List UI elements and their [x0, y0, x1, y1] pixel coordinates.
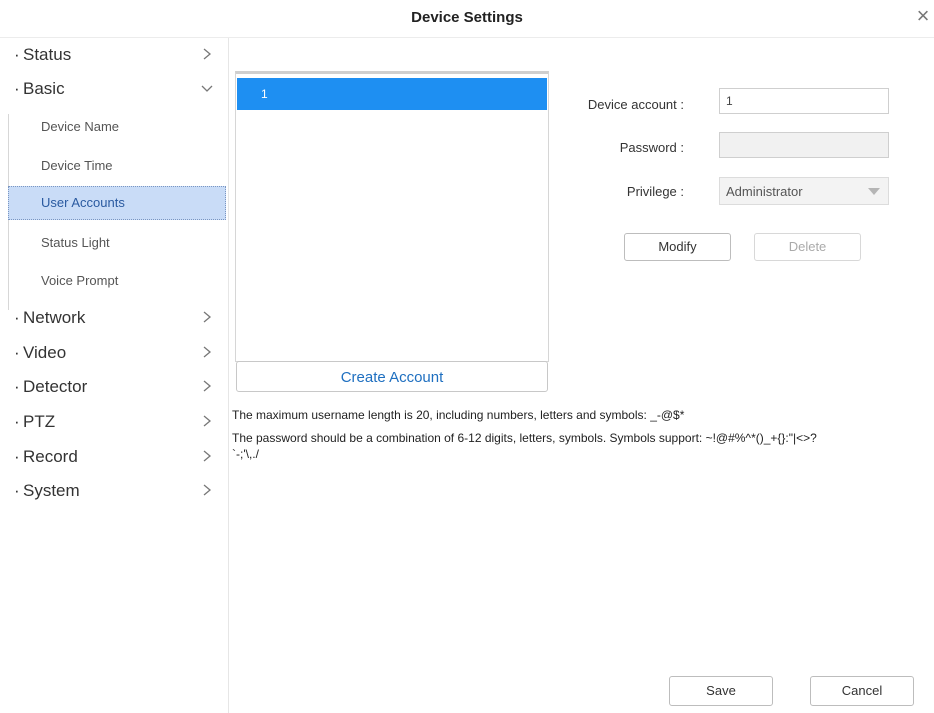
sidebar-item-label: Basic	[23, 79, 65, 98]
delete-button[interactable]: Delete	[754, 233, 861, 261]
page-title: Device Settings	[411, 9, 523, 26]
chevron-right-icon	[203, 380, 212, 392]
create-account-button[interactable]: Create Account	[236, 361, 548, 392]
sidebar-item-label: Status	[23, 45, 72, 64]
account-list-item[interactable]: 1	[237, 78, 547, 110]
dropdown-arrow-icon	[868, 188, 880, 195]
sidebar-item-label: Detector	[23, 377, 88, 396]
bullet: ·	[14, 447, 20, 466]
chevron-right-icon	[203, 484, 212, 496]
username-rule-note: The maximum username length is 20, inclu…	[232, 408, 685, 422]
sidebar-item-label: Record	[23, 447, 78, 466]
sidebar-item-video[interactable]: · Video	[0, 337, 227, 371]
privilege-label: Privilege :	[626, 184, 684, 199]
sidebar-subitem-label: Voice Prompt	[41, 273, 119, 288]
password-label: Password :	[619, 140, 684, 155]
sidebar-item-label: PTZ	[23, 412, 56, 431]
password-rule-note-cont: `-;'\,./	[232, 447, 259, 461]
sidebar-subitem-label: Device Name	[41, 119, 120, 134]
sidebar-item-detector[interactable]: · Detector	[0, 371, 227, 405]
privilege-select[interactable]: Administrator	[719, 177, 889, 205]
modify-button[interactable]: Modify	[624, 233, 731, 261]
sidebar-subitem-label: User Accounts	[41, 195, 125, 210]
bullet: ·	[14, 481, 20, 500]
sidebar-item-label: System	[23, 481, 80, 500]
sidebar-item-label: Network	[23, 308, 86, 327]
chevron-right-icon	[203, 415, 212, 427]
bullet: ·	[14, 308, 20, 327]
account-form-panel	[554, 71, 934, 392]
account-list-item-label: 1	[261, 87, 268, 101]
sidebar-subitem-device-name[interactable]: Device Name	[8, 110, 226, 143]
sidebar-item-status[interactable]: · Status	[0, 39, 227, 73]
password-field[interactable]	[719, 132, 889, 158]
sidebar-item-network[interactable]: · Network	[0, 302, 227, 336]
chevron-right-icon	[203, 450, 212, 462]
sidebar-item-ptz[interactable]: · PTZ	[0, 406, 227, 440]
account-list: 1	[235, 71, 549, 362]
sidebar-subitem-voice-prompt[interactable]: Voice Prompt	[8, 264, 226, 297]
device-account-label: Device account :	[587, 97, 684, 112]
privilege-select-value: Administrator	[726, 184, 803, 199]
bullet: ·	[14, 45, 20, 64]
bullet: ·	[14, 79, 20, 98]
sidebar-item-record[interactable]: · Record	[0, 441, 227, 475]
sidebar: · Status · Basic Device Name Device Time…	[0, 38, 229, 713]
save-button[interactable]: Save	[669, 676, 773, 706]
bullet: ·	[14, 343, 20, 362]
close-icon[interactable]: ×	[914, 4, 932, 28]
cancel-button[interactable]: Cancel	[810, 676, 914, 706]
sidebar-subitem-device-time[interactable]: Device Time	[8, 149, 226, 182]
chevron-down-icon	[201, 85, 213, 92]
title-bar: Device Settings ×	[0, 0, 934, 38]
password-rule-note: The password should be a combination of …	[232, 431, 817, 445]
sidebar-item-system[interactable]: · System	[0, 475, 227, 509]
sidebar-subitem-label: Status Light	[41, 235, 110, 250]
sidebar-subitem-status-light[interactable]: Status Light	[8, 226, 226, 259]
chevron-right-icon	[203, 311, 212, 323]
sidebar-subitem-label: Device Time	[41, 158, 113, 173]
sidebar-item-label: Video	[23, 343, 67, 362]
bullet: ·	[14, 377, 20, 396]
chevron-right-icon	[203, 48, 212, 60]
device-account-field[interactable]: 1	[719, 88, 889, 114]
sidebar-item-basic[interactable]: · Basic	[0, 73, 227, 107]
sidebar-subitem-user-accounts[interactable]: User Accounts	[8, 186, 226, 220]
chevron-right-icon	[203, 346, 212, 358]
bullet: ·	[14, 412, 20, 431]
